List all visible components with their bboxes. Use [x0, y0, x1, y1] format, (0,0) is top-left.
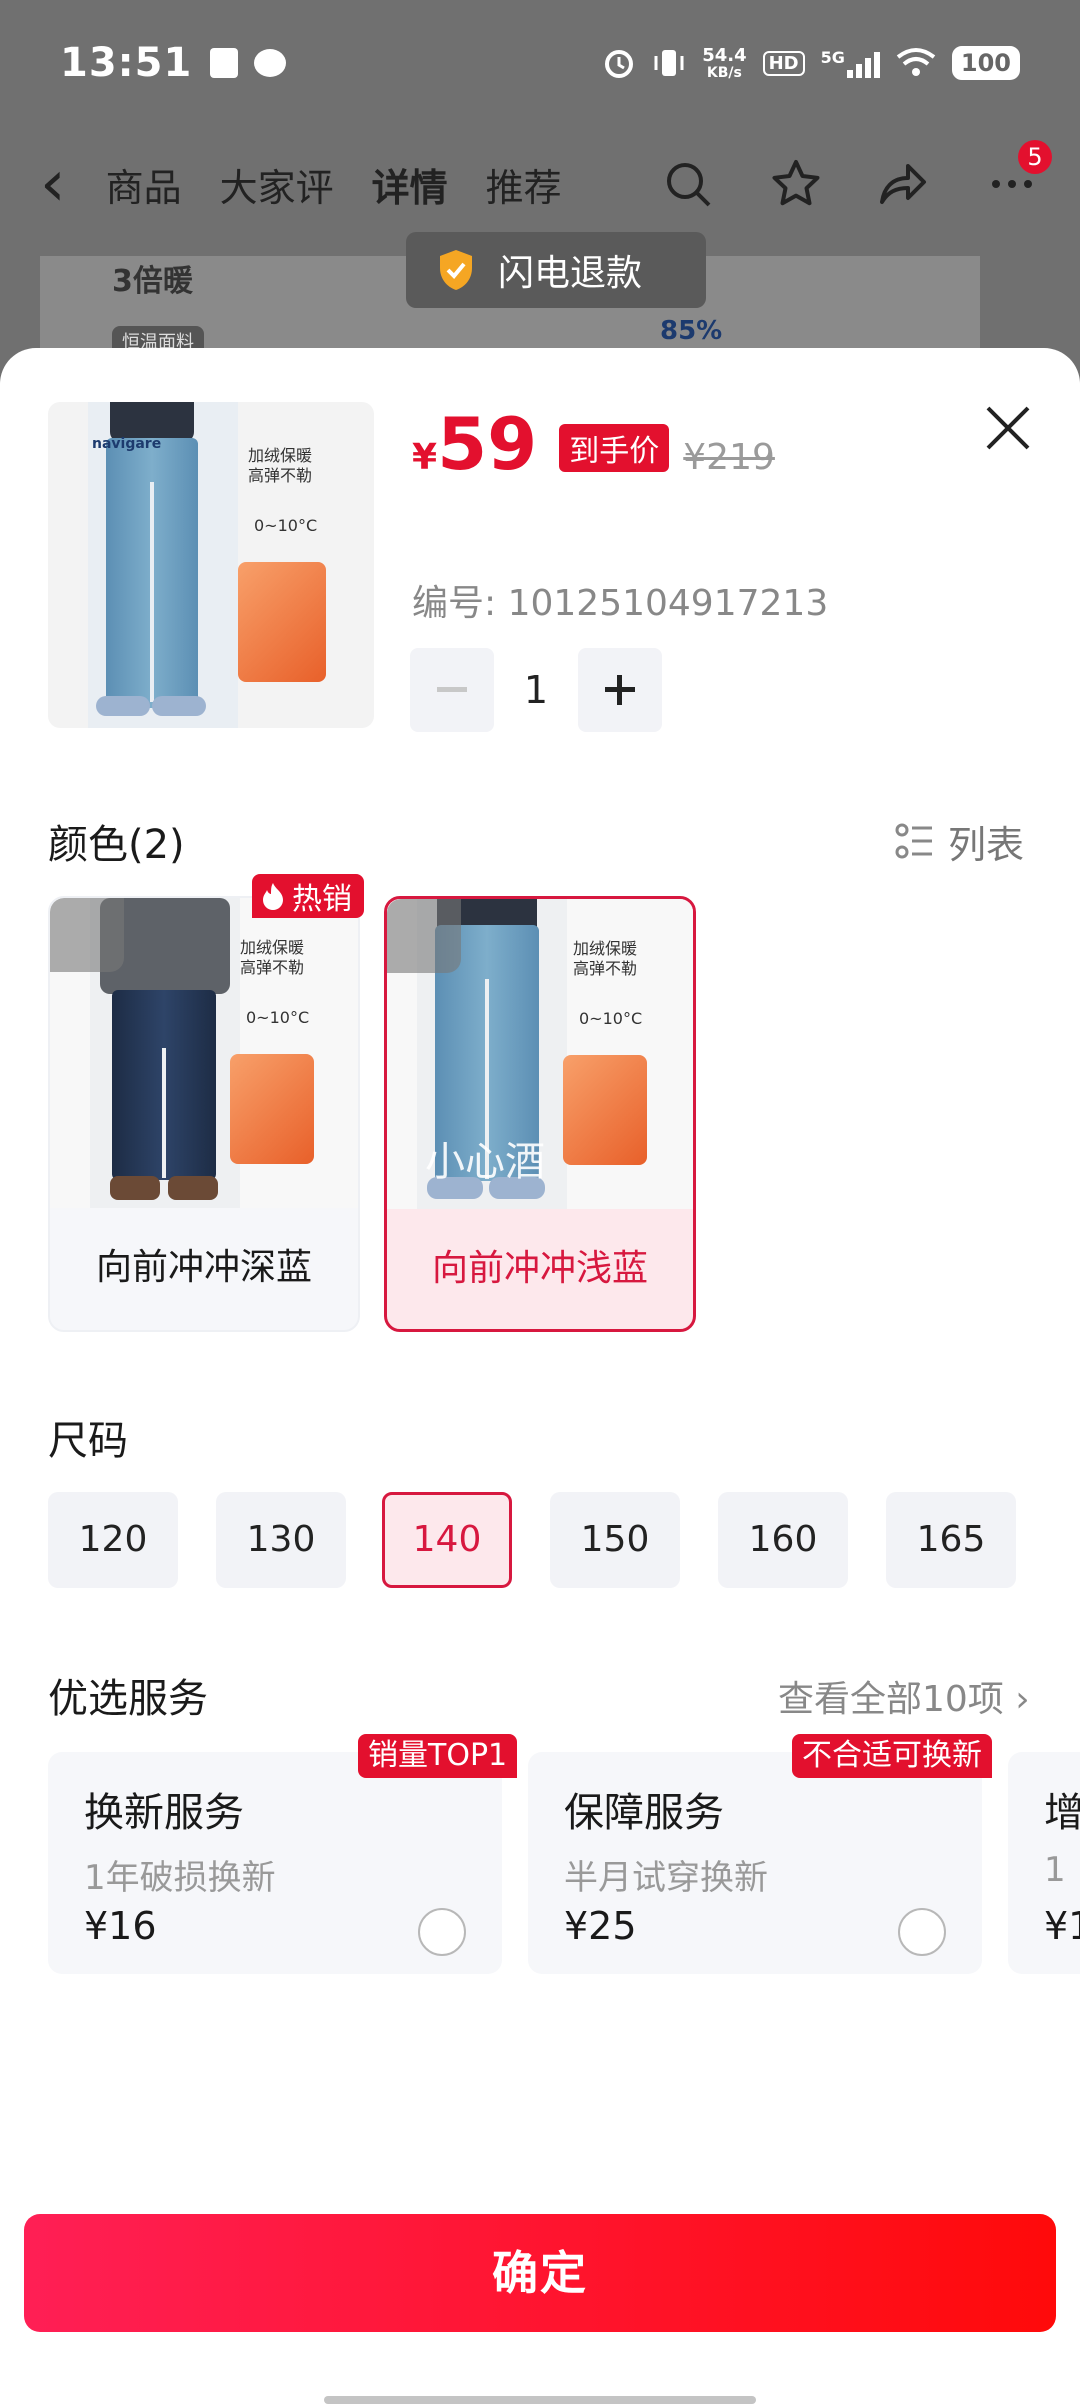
share-icon[interactable]	[876, 156, 932, 212]
original-price: ¥219	[683, 437, 775, 478]
top-nav: ‹ 商品 大家评 详情 推荐 5	[0, 136, 1080, 232]
service-desc: 1	[1044, 1850, 1066, 1890]
banner-percent: 85%	[660, 316, 723, 346]
color-option-label: 向前冲冲浅蓝	[431, 1248, 648, 1289]
star-icon[interactable]	[768, 156, 824, 212]
service-desc: 半月试穿换新	[564, 1858, 768, 1898]
img-text-2: 高弹不勒	[573, 959, 638, 978]
watermark-text: 小心酒	[425, 1139, 545, 1185]
signal-icon	[846, 48, 880, 78]
product-thumbnail[interactable]: navigare 加绒保暖 高弹不勒 0~10°C	[48, 402, 374, 728]
close-icon	[986, 406, 1030, 450]
size-option-160[interactable]: 160	[718, 1492, 848, 1588]
img-text-1: 加绒保暖	[248, 446, 313, 465]
quantity-stepper: 1	[410, 648, 662, 732]
alarm-icon	[605, 50, 634, 78]
expand-icon[interactable]	[50, 898, 124, 972]
minus-icon	[437, 687, 467, 692]
list-icon	[895, 823, 932, 858]
flash-refund-label: 闪电退款	[498, 253, 643, 294]
home-indicator[interactable]	[324, 2396, 756, 2404]
view-all-services-link[interactable]: 查看全部10项 ›	[778, 1670, 1030, 1722]
img-text-2: 高弹不勒	[240, 958, 305, 977]
status-time: 13:51	[60, 40, 193, 86]
increment-button[interactable]	[578, 648, 662, 732]
service-price: ¥1	[1044, 1904, 1080, 1948]
net-speed-value: 54.4	[702, 45, 747, 66]
price-row: ¥ 59 到手价 ¥219	[412, 408, 775, 480]
service-card-replacement[interactable]: 换新服务 1年破损换新 ¥16	[48, 1752, 502, 1974]
service-name: 增	[1044, 1790, 1080, 1836]
expand-icon[interactable]	[387, 899, 461, 973]
back-icon[interactable]: ‹	[40, 152, 66, 216]
color-option-image: 加绒保暖 高弹不勒 0~10°C 小心酒	[387, 899, 693, 1209]
service-card-partial[interactable]: 增 1 ¥1	[1008, 1752, 1080, 1974]
color-option-label: 向前冲冲深蓝	[95, 1247, 312, 1288]
size-option-130[interactable]: 130	[216, 1492, 346, 1588]
wifi-icon	[896, 48, 936, 76]
banner-text: 3倍暖	[112, 264, 193, 299]
decrement-button[interactable]	[410, 648, 494, 732]
img-text-1: 加绒保暖	[240, 938, 305, 957]
size-option-140[interactable]: 140	[382, 1492, 512, 1588]
size-option-120[interactable]: 120	[48, 1492, 178, 1588]
battery-icon: 100	[951, 46, 1020, 80]
hot-sale-label: 热销	[292, 882, 352, 917]
shield-check-icon	[210, 48, 239, 78]
tab-details[interactable]: 详情	[372, 157, 448, 212]
tab-recommend[interactable]: 推荐	[486, 157, 562, 212]
flash-refund-pill: 闪电退款	[406, 232, 706, 308]
service-name: 保障服务	[564, 1790, 724, 1836]
img-text-2: 高弹不勒	[248, 466, 313, 485]
service-card-protection[interactable]: 保障服务 半月试穿换新 ¥25	[528, 1752, 982, 1974]
price-symbol: ¥	[412, 437, 438, 478]
service-price: ¥25	[564, 1904, 637, 1948]
price-value: 59	[437, 402, 538, 486]
notification-badge: 5	[1018, 140, 1052, 174]
size-option-150[interactable]: 150	[550, 1492, 680, 1588]
img-text-1: 加绒保暖	[573, 939, 638, 958]
hd-badge: HD	[762, 50, 805, 76]
img-temp: 0~10°C	[579, 1009, 643, 1028]
img-temp: 0~10°C	[246, 1008, 310, 1027]
list-view-toggle[interactable]: 列表	[894, 814, 1024, 869]
shield-check-icon	[440, 250, 472, 290]
confirm-button[interactable]: 确定	[24, 2214, 1056, 2332]
service-radio[interactable]	[418, 1908, 466, 1956]
search-icon[interactable]	[660, 156, 716, 212]
list-toggle-label: 列表	[948, 823, 1025, 867]
size-option-165[interactable]: 165	[886, 1492, 1016, 1588]
hot-sale-badge: 热销	[252, 874, 364, 918]
net-speed-unit: KB/s	[706, 65, 742, 81]
network-type: 5G	[820, 48, 845, 67]
sku-sheet: navigare 加绒保暖 高弹不勒 0~10°C ¥ 59 到手价 ¥219 …	[0, 348, 1080, 2408]
color-option-image: 加绒保暖 高弹不勒 0~10°C	[50, 898, 358, 1208]
quantity-value[interactable]: 1	[494, 668, 578, 712]
service-price: ¥16	[84, 1904, 157, 1948]
service-name: 换新服务	[84, 1790, 244, 1836]
tab-reviews[interactable]: 大家评	[220, 157, 334, 212]
color-option-dark-blue[interactable]: 加绒保暖 高弹不勒 0~10°C 向前冲冲深蓝	[48, 896, 360, 1332]
img-temp: 0~10°C	[254, 516, 318, 535]
color-option-light-blue[interactable]: 加绒保暖 高弹不勒 0~10°C 小心酒 向前冲冲浅蓝	[384, 896, 696, 1332]
message-icon	[254, 49, 287, 77]
service-tag-exchange: 不合适可换新	[792, 1734, 992, 1778]
close-button[interactable]	[980, 400, 1036, 456]
tab-product[interactable]: 商品	[106, 157, 182, 212]
sku-code: 编号: 10125104917213	[412, 583, 829, 624]
brand-logo: navigare	[92, 436, 162, 452]
net-speed: 54.4 KB/s	[702, 45, 747, 81]
status-bar: 13:51 54.4 KB/s HD 5G 100	[0, 0, 1080, 126]
plus-icon	[605, 675, 635, 705]
color-section-title: 颜色(2)	[48, 822, 185, 868]
flame-icon	[263, 883, 283, 910]
services-section-title: 优选服务	[48, 1676, 208, 1722]
size-section-title: 尺码	[48, 1418, 128, 1464]
final-price-tag: 到手价	[559, 424, 670, 472]
service-tag-top1: 销量TOP1	[358, 1734, 518, 1778]
vibrate-icon	[654, 50, 684, 76]
service-desc: 1年破损换新	[84, 1858, 276, 1898]
service-radio[interactable]	[898, 1908, 946, 1956]
